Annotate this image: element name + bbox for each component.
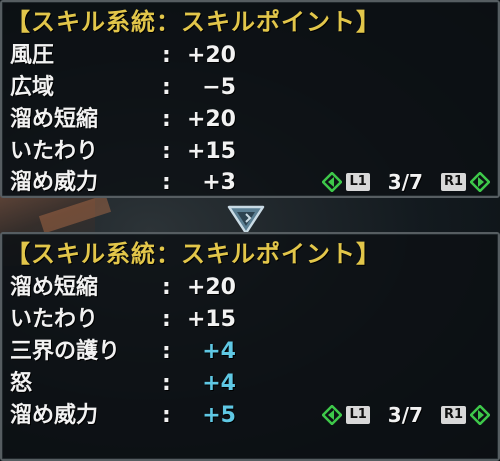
diamond-left-arrow-icon[interactable] [322,405,343,425]
separator: : [162,371,171,396]
skill-points: +15 [186,307,236,332]
skill-points: +3 [202,170,236,195]
skill-name: 怒 [10,371,33,396]
separator: : [162,307,171,332]
game-screen: 【スキル系統：スキルポイント】 風圧 : +20 広域 : −5 溜め短縮 : … [0,0,500,461]
skill-points: +15 [186,139,236,164]
page-navigator: L1 3/7 R1 [322,168,490,196]
skill-points: +20 [186,275,236,300]
skill-points-new: +5 [202,403,236,428]
separator: : [162,139,171,164]
diamond-right-arrow-icon[interactable] [470,405,490,425]
skill-name: いたわり [10,307,99,332]
separator: : [162,403,171,428]
separator: : [162,170,171,195]
separator: : [162,107,171,132]
separator: : [162,43,171,68]
skill-points-new: +4 [202,339,236,364]
skill-points: +20 [186,43,236,68]
r1-button[interactable]: R1 [440,406,466,424]
page-navigator: L1 3/7 R1 [322,401,490,429]
skill-name: いたわり [10,139,99,164]
skill-name: 広域 [10,75,55,100]
skill-panel-after: 【スキル系統：スキルポイント】 溜め短縮 : +20 いたわり : +15 三界… [0,232,500,461]
skill-name: 風圧 [10,43,55,68]
l1-button[interactable]: L1 [346,173,370,191]
diamond-left-arrow-icon[interactable] [322,172,343,192]
skill-name: 溜め威力 [10,403,99,428]
panel-header: 【スキル系統：スキルポイント】 [6,240,381,268]
skill-panel-before: 【スキル系統：スキルポイント】 風圧 : +20 広域 : −5 溜め短縮 : … [0,0,500,198]
separator: : [162,275,171,300]
skill-points: −5 [202,75,236,100]
page-count: 3/7 [387,170,423,194]
r1-button[interactable]: R1 [440,173,466,191]
page-count: 3/7 [387,403,423,427]
skill-name: 溜め威力 [10,170,99,195]
l1-button[interactable]: L1 [346,406,370,424]
skill-name: 三界の護り [10,339,121,364]
skill-name: 溜め短縮 [10,275,99,300]
skill-points-new: +4 [202,371,236,396]
panel-header: 【スキル系統：スキルポイント】 [6,8,381,36]
skill-name: 溜め短縮 [10,107,99,132]
diamond-right-arrow-icon[interactable] [470,172,490,192]
separator: : [162,75,171,100]
skill-points: +20 [186,107,236,132]
separator: : [162,339,171,364]
